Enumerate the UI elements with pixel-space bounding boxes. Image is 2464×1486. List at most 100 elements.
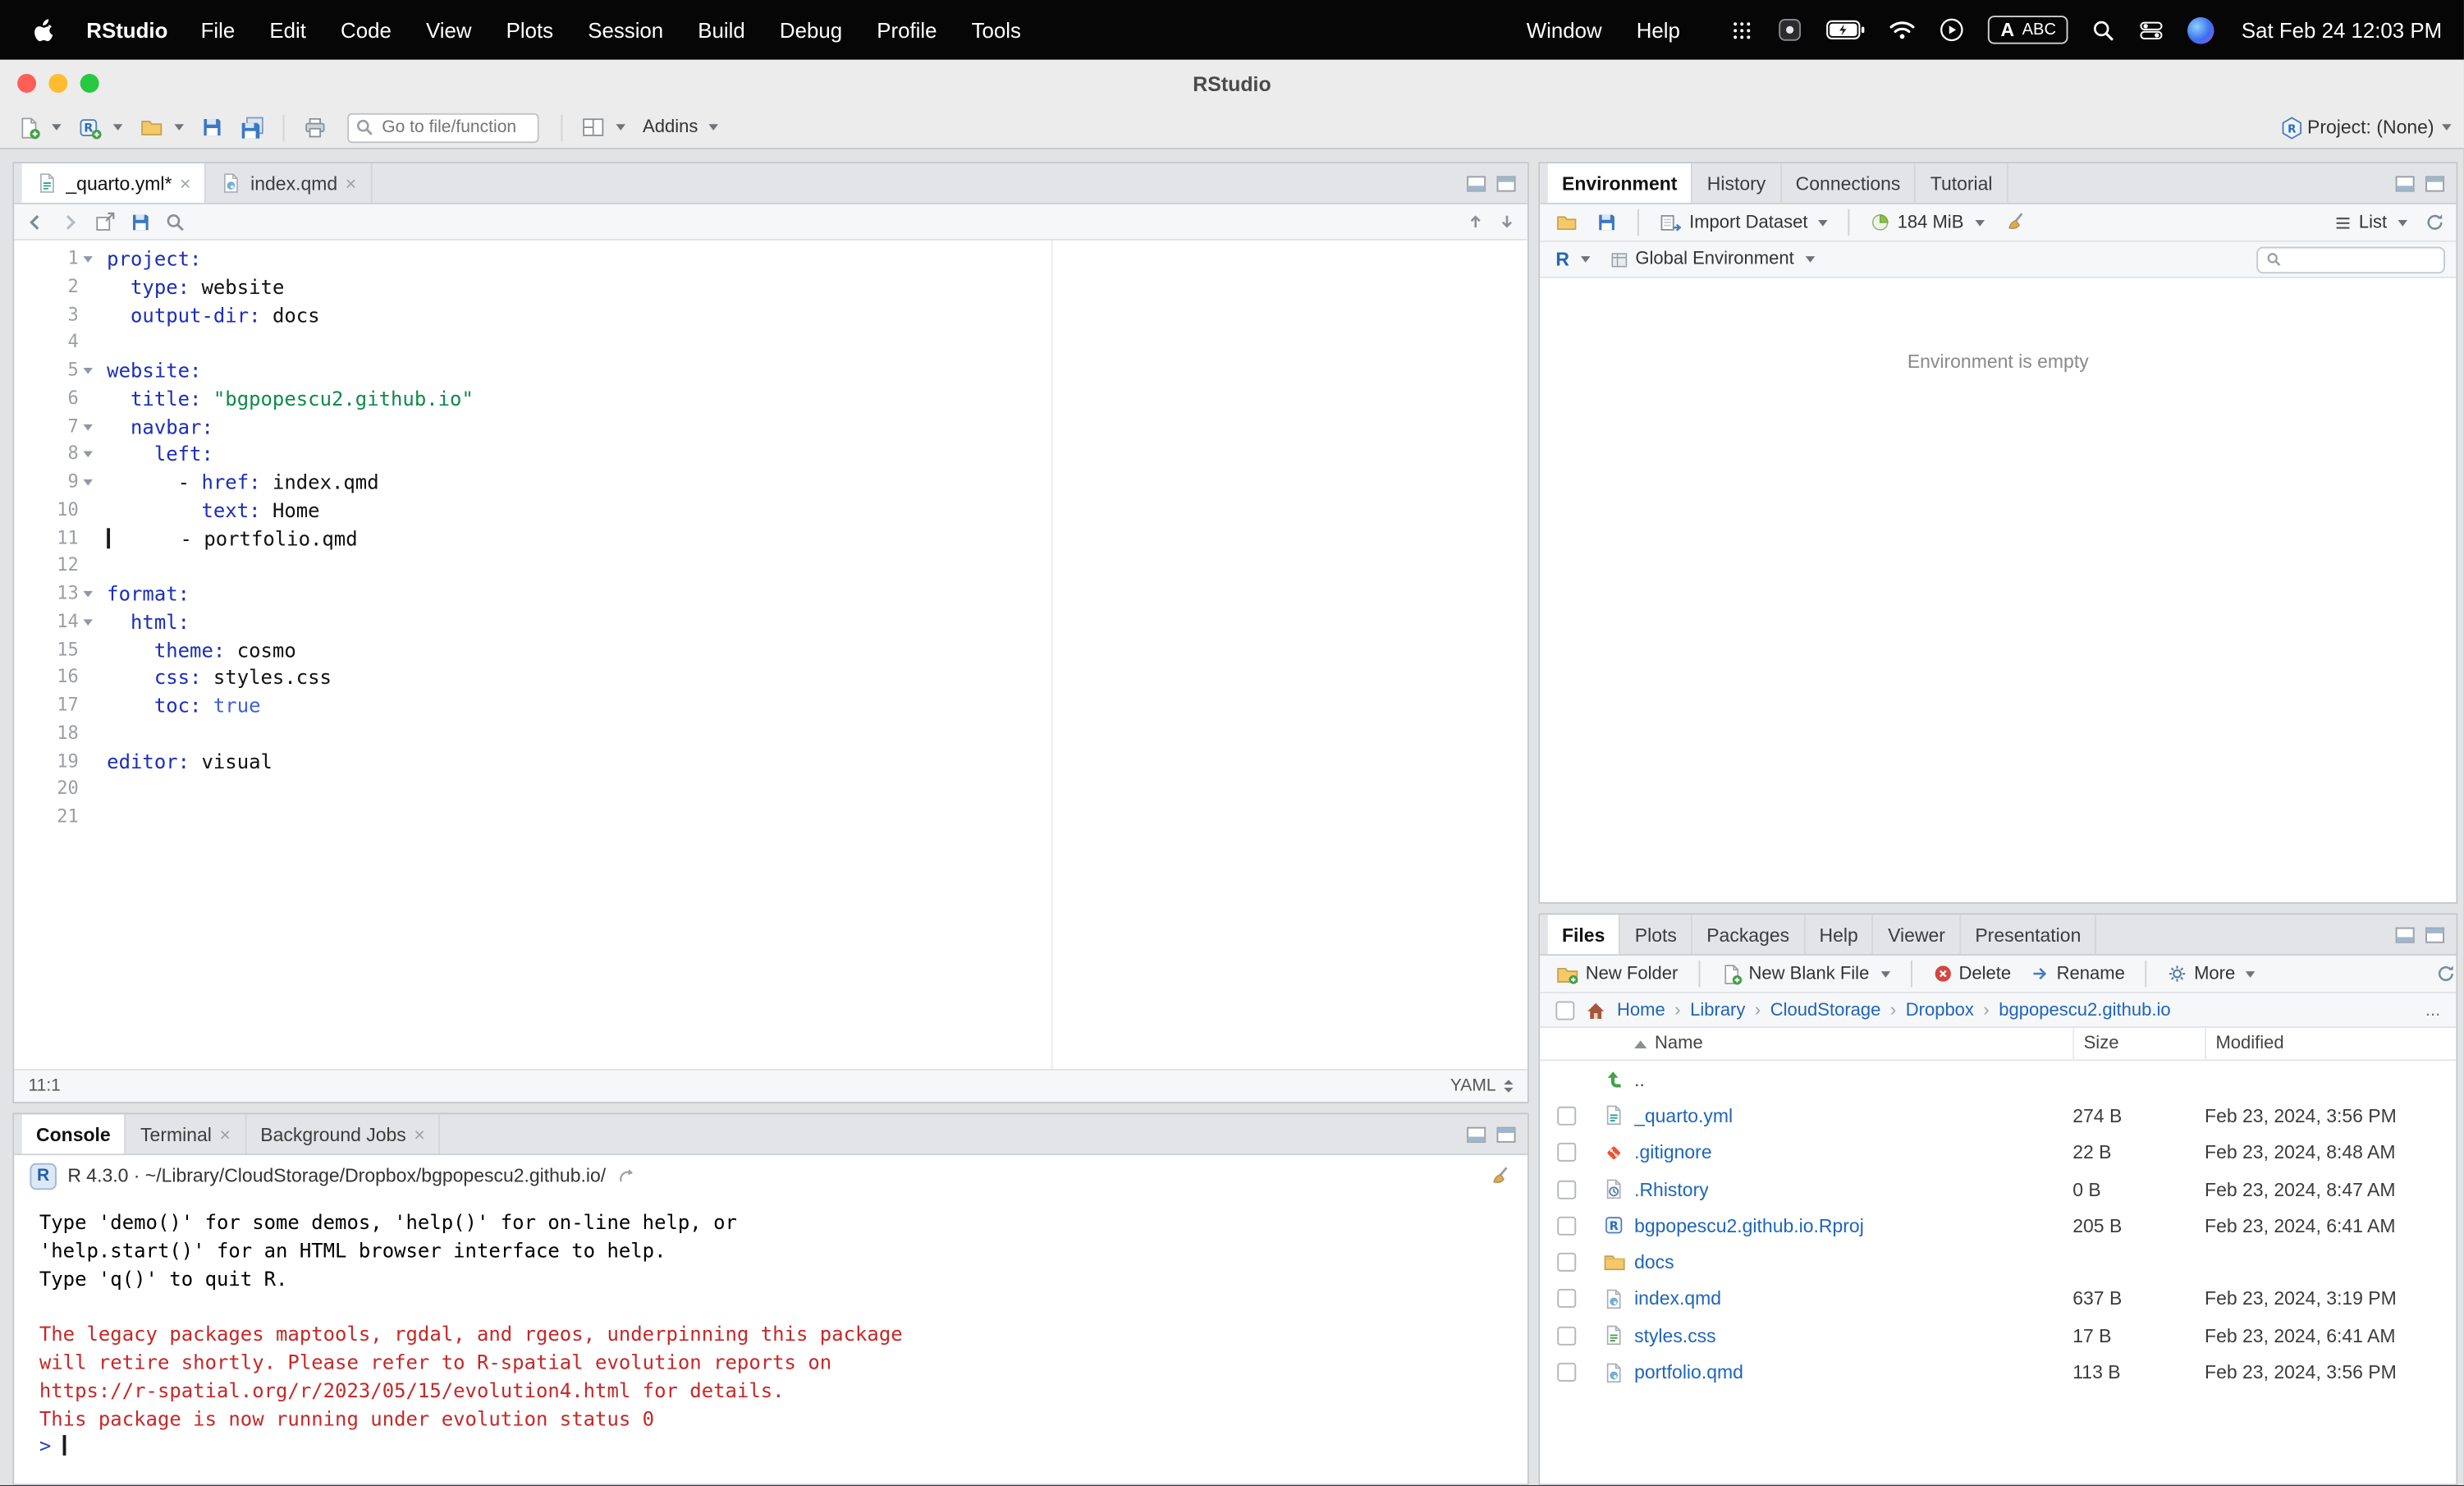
- row-checkbox[interactable]: [1557, 1180, 1576, 1199]
- column-header-name[interactable]: Name: [1593, 1034, 2072, 1053]
- code-line[interactable]: 10 text: Home: [14, 497, 1527, 525]
- code-line[interactable]: 1project:: [14, 245, 1527, 273]
- fold-marker-icon[interactable]: [79, 469, 99, 497]
- play-circle-icon[interactable]: [1940, 17, 1965, 43]
- code-line[interactable]: 21: [14, 803, 1527, 831]
- load-workspace-button[interactable]: [1551, 209, 1582, 236]
- code-line[interactable]: 12: [14, 552, 1527, 580]
- environment-search-input[interactable]: [2288, 250, 2436, 268]
- tab-connections[interactable]: Connections: [1781, 163, 1916, 203]
- menu-session[interactable]: Session: [570, 18, 680, 42]
- maximize-pane-icon[interactable]: [1496, 174, 1517, 193]
- menu-help[interactable]: Help: [1619, 18, 1697, 42]
- tab-background-jobs[interactable]: Background Jobs: [246, 1114, 441, 1153]
- delete-button[interactable]: Delete: [1927, 961, 2016, 988]
- code-editor[interactable]: 1project:2 type: website3 output-dir: do…: [14, 241, 1527, 1069]
- maximize-pane-icon[interactable]: [2425, 174, 2445, 193]
- code-line[interactable]: 18: [14, 719, 1527, 747]
- code-line[interactable]: 20: [14, 775, 1527, 803]
- console-output[interactable]: Type 'demo()' for some demos, 'help()' f…: [14, 1196, 1527, 1484]
- input-source-menu[interactable]: A ABC: [1988, 16, 2068, 44]
- select-all-checkbox[interactable]: [1555, 1001, 1574, 1020]
- app-menu-rstudio[interactable]: RStudio: [71, 18, 183, 42]
- battery-icon[interactable]: [1826, 19, 1866, 41]
- view-mode-button[interactable]: List: [2329, 210, 2411, 236]
- refresh-files-icon[interactable]: [2435, 964, 2456, 984]
- breadcrumb-item[interactable]: CloudStorage: [1770, 1001, 1906, 1020]
- fold-marker-icon[interactable]: [79, 608, 99, 635]
- tab-files[interactable]: Files: [1548, 915, 1621, 954]
- code-line[interactable]: 14 html:: [14, 608, 1527, 635]
- open-file-button[interactable]: [135, 113, 189, 141]
- file-link[interactable]: .Rhistory: [1634, 1178, 1709, 1200]
- menu-debug[interactable]: Debug: [763, 18, 859, 42]
- code-line[interactable]: 13format:: [14, 580, 1527, 608]
- tab-viewer[interactable]: Viewer: [1874, 915, 1961, 954]
- tab-help[interactable]: Help: [1805, 915, 1874, 954]
- code-line[interactable]: 5website:: [14, 357, 1527, 385]
- console-working-directory[interactable]: R 4.3.0 · ~/Library/CloudStorage/Dropbox…: [67, 1165, 606, 1187]
- code-line[interactable]: 15 theme: cosmo: [14, 635, 1527, 663]
- tab-environment[interactable]: Environment: [1548, 163, 1693, 203]
- tab-console[interactable]: Console: [22, 1114, 126, 1153]
- save-button[interactable]: [196, 113, 227, 141]
- row-checkbox[interactable]: [1557, 1363, 1576, 1382]
- clear-environment-button[interactable]: [1998, 208, 2031, 237]
- open-directory-icon[interactable]: [617, 1167, 636, 1186]
- maximize-pane-icon[interactable]: [1496, 1125, 1517, 1144]
- column-header-size[interactable]: Size: [2072, 1028, 2205, 1059]
- minimize-pane-icon[interactable]: [2395, 174, 2416, 193]
- tab-tutorial[interactable]: Tutorial: [1917, 163, 2008, 203]
- breadcrumb-item[interactable]: Dropbox: [1906, 1001, 1999, 1020]
- code-line[interactable]: 2 type: website: [14, 273, 1527, 301]
- code-line[interactable]: 17 toc: true: [14, 691, 1527, 719]
- new-folder-button[interactable]: New Folder: [1551, 960, 1683, 988]
- code-line[interactable]: 8 left:: [14, 441, 1527, 469]
- forward-icon[interactable]: [60, 212, 80, 232]
- language-mode-selector[interactable]: YAML: [1450, 1076, 1514, 1095]
- tab-packages[interactable]: Packages: [1692, 915, 1805, 954]
- file-row[interactable]: index.qmd637 BFeb 23, 2024, 3:19 PM: [1540, 1281, 2456, 1318]
- code-line[interactable]: 4: [14, 329, 1527, 357]
- close-tab-icon[interactable]: [346, 174, 356, 193]
- row-checkbox[interactable]: [1557, 1143, 1576, 1162]
- row-checkbox[interactable]: [1557, 1107, 1576, 1126]
- memory-usage-button[interactable]: 184 MiB: [1866, 209, 1989, 236]
- code-line[interactable]: 7 navbar:: [14, 413, 1527, 441]
- file-row[interactable]: ..: [1540, 1061, 2456, 1098]
- close-tab-icon[interactable]: [219, 1125, 230, 1144]
- file-link[interactable]: _quarto.yml: [1634, 1105, 1733, 1127]
- file-row[interactable]: styles.css17 BFeb 23, 2024, 6:41 AM: [1540, 1318, 2456, 1355]
- import-dataset-button[interactable]: Import Dataset: [1655, 209, 1833, 236]
- fold-marker-icon[interactable]: [79, 580, 99, 608]
- new-file-button[interactable]: [12, 112, 66, 142]
- menu-view[interactable]: View: [409, 18, 489, 42]
- file-link[interactable]: index.qmd: [1634, 1288, 1721, 1310]
- file-row[interactable]: .gitignore22 BFeb 23, 2024, 8:48 AM: [1540, 1134, 2456, 1171]
- close-tab-icon[interactable]: [180, 174, 190, 193]
- clear-console-icon[interactable]: [1488, 1164, 1512, 1188]
- console-prompt-line[interactable]: >: [39, 1433, 1527, 1461]
- language-selector[interactable]: R: [1551, 245, 1595, 273]
- code-line[interactable]: 6 title: "bgpopescu2.github.io": [14, 385, 1527, 413]
- minimize-pane-icon[interactable]: [1466, 174, 1486, 193]
- new-blank-file-button[interactable]: New Blank File: [1715, 960, 1894, 988]
- code-line[interactable]: 11 - portfolio.qmd: [14, 524, 1527, 552]
- control-center-icon[interactable]: [2139, 18, 2164, 42]
- menu-file[interactable]: File: [184, 18, 253, 42]
- file-row[interactable]: Rbgpopescu2.github.io.Rproj205 BFeb 23, …: [1540, 1208, 2456, 1245]
- file-link[interactable]: ..: [1634, 1068, 1645, 1090]
- file-row[interactable]: portfolio.qmd113 BFeb 23, 2024, 3:56 PM: [1540, 1354, 2456, 1391]
- addins-button[interactable]: Addins: [638, 115, 723, 140]
- menu-code[interactable]: Code: [323, 18, 409, 42]
- file-link[interactable]: bgpopescu2.github.io.Rproj: [1634, 1215, 1864, 1237]
- code-line[interactable]: 3 output-dir: docs: [14, 301, 1527, 329]
- row-checkbox[interactable]: [1557, 1216, 1576, 1235]
- maximize-pane-icon[interactable]: [2425, 925, 2445, 944]
- fold-marker-icon[interactable]: [79, 413, 99, 441]
- code-line[interactable]: 9 - href: index.qmd: [14, 469, 1527, 497]
- breadcrumb-item[interactable]: Library: [1690, 1001, 1770, 1020]
- file-link[interactable]: portfolio.qmd: [1634, 1361, 1743, 1383]
- tab-presentation[interactable]: Presentation: [1961, 915, 2096, 954]
- back-icon[interactable]: [25, 212, 46, 232]
